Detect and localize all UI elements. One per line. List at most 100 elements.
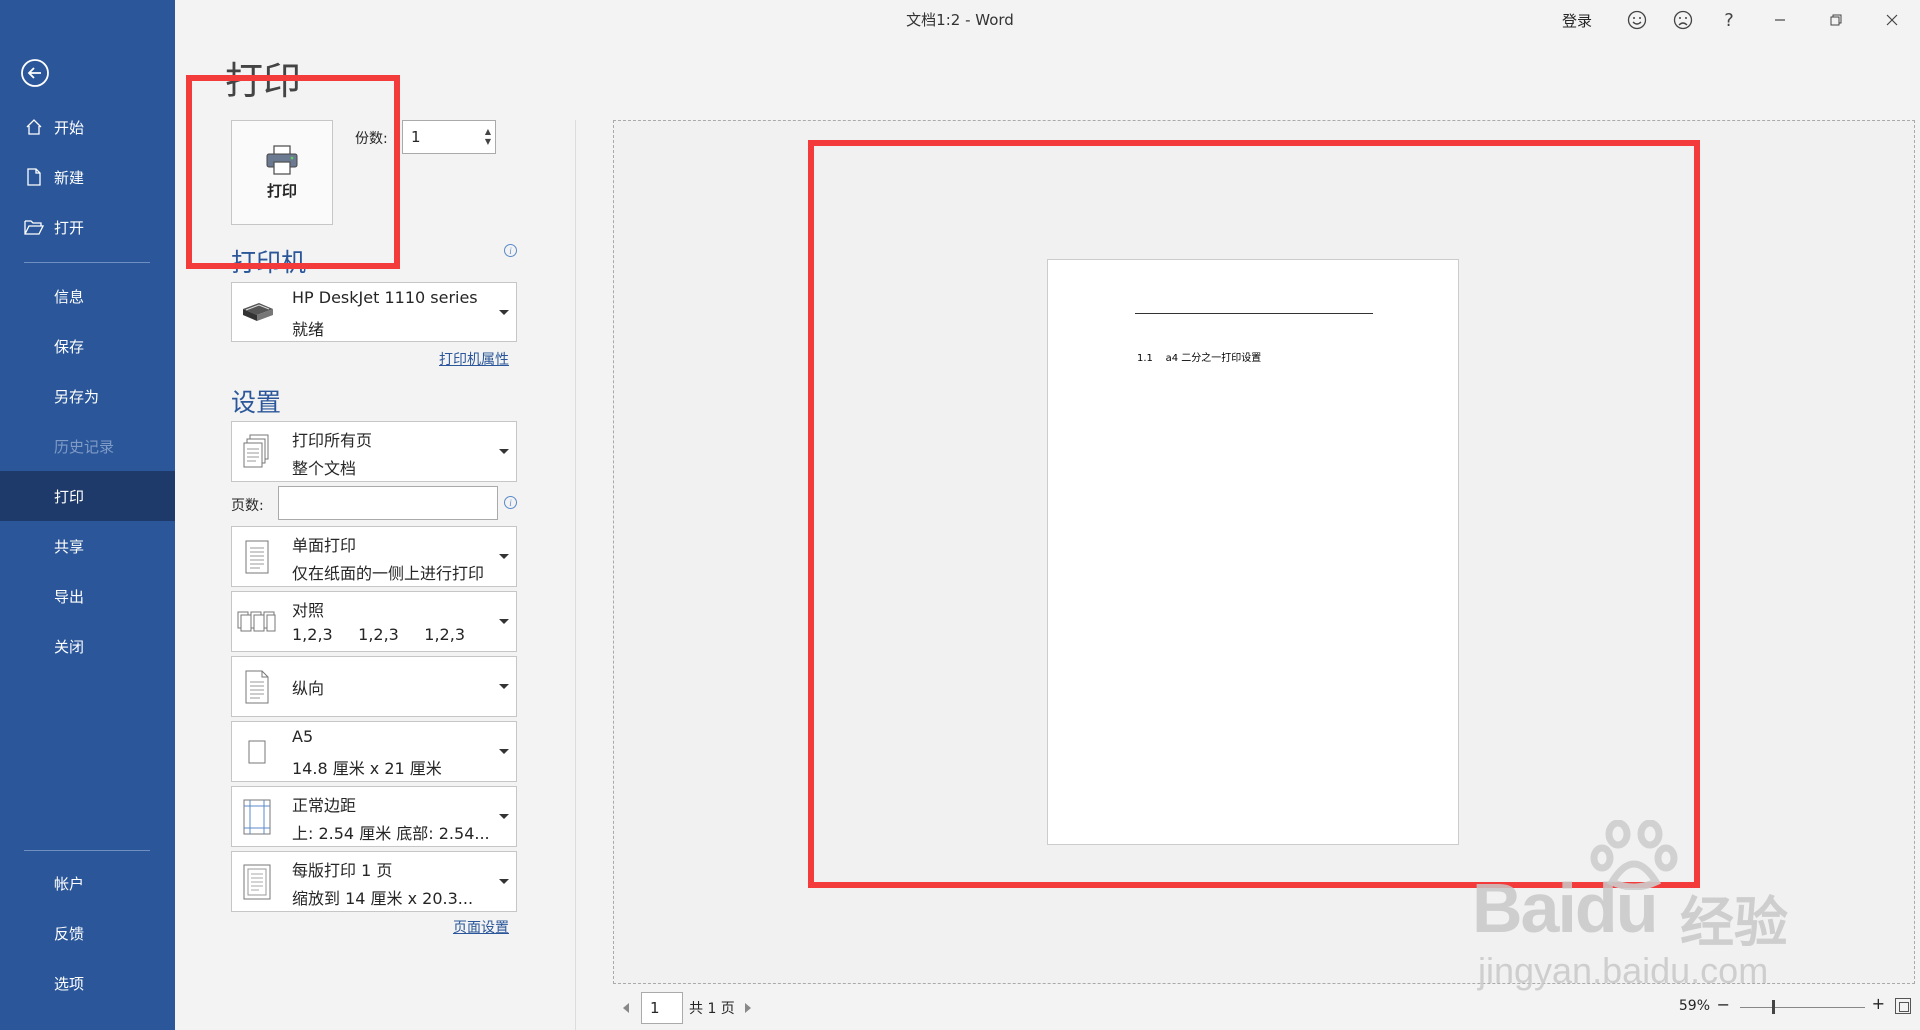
sides-select[interactable]: 单面打印 仅在纸面的一侧上进行打印 — [231, 526, 517, 587]
chevron-down-icon — [499, 814, 509, 819]
nav-divider — [24, 262, 150, 263]
frown-feedback-icon[interactable] — [1660, 0, 1706, 40]
nav-label-share: 共享 — [54, 537, 85, 556]
orientation-select[interactable]: 纵向 — [231, 656, 517, 717]
help-icon[interactable]: ? — [1706, 0, 1752, 40]
settings-heading: 设置 — [231, 388, 282, 417]
nav-item-save[interactable]: 保存 — [0, 321, 175, 371]
nav-item-close[interactable]: 关闭 — [0, 621, 175, 671]
print-button[interactable]: 打印 — [231, 120, 333, 225]
next-page-icon[interactable] — [744, 1003, 751, 1013]
nav-item-account[interactable]: 帐户 — [0, 858, 175, 908]
nav-item-open[interactable]: 打开 — [0, 202, 175, 252]
login-link[interactable]: 登录 — [1562, 10, 1592, 31]
nav-item-new[interactable]: 新建 — [0, 152, 175, 202]
print-button-label: 打印 — [266, 182, 297, 200]
preview-heading-text: 1.1 a4 二分之一打印设置 — [1137, 353, 1262, 364]
total-pages: 共 1 页 — [689, 1001, 735, 1017]
pages-per-sheet-icon — [236, 861, 278, 903]
copies-label: 份数: — [355, 131, 388, 147]
margins-icon — [236, 796, 278, 838]
paper-size-select[interactable]: A5 14.8 厘米 x 21 厘米 — [231, 721, 517, 782]
collate-detail: 1,2,3 1,2,3 1,2,3 — [292, 625, 465, 644]
minimize-button[interactable] — [1752, 0, 1808, 40]
paper-size-detail: 14.8 厘米 x 21 厘米 — [292, 759, 442, 778]
chevron-down-icon — [499, 749, 509, 754]
home-icon — [23, 116, 45, 138]
portrait-icon — [236, 666, 278, 708]
printer-device-icon — [236, 292, 278, 334]
collate-icon — [236, 601, 278, 643]
nav-item-save-as[interactable]: 另存为 — [0, 371, 175, 421]
zoom-level[interactable]: 59% — [1679, 998, 1710, 1014]
chevron-down-icon — [499, 554, 509, 559]
pages-info-icon[interactable]: i — [504, 496, 517, 509]
collate-select[interactable]: 对照 1,2,3 1,2,3 1,2,3 — [231, 591, 517, 652]
page-setup-link[interactable]: 页面设置 — [453, 917, 509, 937]
nav-label-close: 关闭 — [54, 637, 85, 656]
nav-item-feedback[interactable]: 反馈 — [0, 908, 175, 958]
close-button[interactable] — [1864, 0, 1920, 40]
pages-per-sheet-label: 每版打印 1 页 — [292, 861, 393, 880]
restore-button[interactable] — [1808, 0, 1864, 40]
pages-stack-icon — [236, 431, 278, 473]
pages-per-sheet-select[interactable]: 每版打印 1 页 缩放到 14 厘米 x 20.3... — [231, 851, 517, 912]
chevron-down-icon — [499, 449, 509, 454]
nav-item-export[interactable]: 导出 — [0, 571, 175, 621]
nav-label-account: 帐户 — [54, 874, 85, 893]
pages-per-sheet-detail: 缩放到 14 厘米 x 20.3... — [292, 889, 474, 908]
zoom-slider[interactable] — [1740, 1007, 1865, 1008]
nav-label-save: 保存 — [54, 337, 85, 356]
nav-item-share[interactable]: 共享 — [0, 521, 175, 571]
margins-detail: 上: 2.54 厘米 底部: 2.54... — [292, 824, 490, 843]
open-folder-icon — [23, 216, 45, 238]
nav-item-info[interactable]: 信息 — [0, 271, 175, 321]
sides-detail: 仅在纸面的一侧上进行打印 — [292, 564, 485, 583]
collate-label: 对照 — [292, 601, 325, 620]
nav-item-options[interactable]: 选项 — [0, 958, 175, 1008]
margins-select[interactable]: 正常边距 上: 2.54 厘米 底部: 2.54... — [231, 786, 517, 847]
print-range-label: 打印所有页 — [292, 431, 373, 450]
spin-up-icon[interactable]: ▲ — [485, 127, 491, 137]
paper-size-label: A5 — [292, 727, 314, 746]
printer-info-icon[interactable]: i — [504, 244, 517, 257]
spin-down-icon[interactable]: ▼ — [485, 137, 491, 147]
nav-label-export: 导出 — [54, 587, 85, 606]
back-arrow-icon — [21, 59, 49, 87]
nav-item-history: 历史记录 — [0, 421, 175, 471]
preview-footer: 1 共 1 页 59% − + — [613, 990, 1915, 1026]
copies-value[interactable]: 1 — [403, 128, 481, 146]
nav-label-info: 信息 — [54, 287, 85, 306]
printer-heading: 打印机 — [231, 248, 307, 277]
zoom-in-button[interactable]: + — [1872, 994, 1885, 1013]
nav-label-home: 开始 — [54, 118, 85, 137]
smile-feedback-icon[interactable] — [1614, 0, 1660, 40]
pane-divider — [575, 120, 576, 1030]
title-bar: 文档1:2 - Word 登录 ? — [175, 0, 1920, 40]
pages-input[interactable] — [278, 486, 498, 520]
zoom-slider-thumb[interactable] — [1772, 1000, 1775, 1014]
nav-item-print[interactable]: 打印 — [0, 471, 175, 521]
chevron-down-icon — [499, 879, 509, 884]
nav-label-new: 新建 — [54, 168, 85, 187]
copies-stepper[interactable]: 1 ▲ ▼ — [402, 120, 496, 154]
page-number-input[interactable]: 1 — [641, 992, 683, 1024]
printer-icon — [266, 145, 298, 175]
header-rule — [1135, 313, 1373, 314]
nav-item-home[interactable]: 开始 — [0, 102, 175, 152]
chevron-down-icon — [499, 684, 509, 689]
copies-spinner[interactable]: ▲ ▼ — [481, 121, 495, 153]
print-range-select[interactable]: 打印所有页 整个文档 — [231, 421, 517, 482]
nav-label-open: 打开 — [54, 218, 85, 237]
prev-page-icon[interactable] — [623, 1003, 629, 1013]
pages-label: 页数: — [231, 498, 264, 514]
printer-select[interactable]: HP DeskJet 1110 series 就绪 — [231, 282, 517, 342]
page-title: 打印 — [225, 59, 302, 103]
preview-page: 1.1 a4 二分之一打印设置 — [1047, 259, 1459, 845]
zoom-to-page-icon[interactable] — [1895, 998, 1911, 1014]
printer-properties-link[interactable]: 打印机属性 — [439, 349, 509, 369]
zoom-out-button[interactable]: − — [1717, 995, 1730, 1014]
backstage-sidebar: 开始 新建 打开 信息 保存 另存为 历史记录 打印 共享 导出 关闭 帐户 反… — [0, 0, 175, 1030]
single-sided-icon — [236, 536, 278, 578]
back-button[interactable] — [18, 56, 52, 90]
